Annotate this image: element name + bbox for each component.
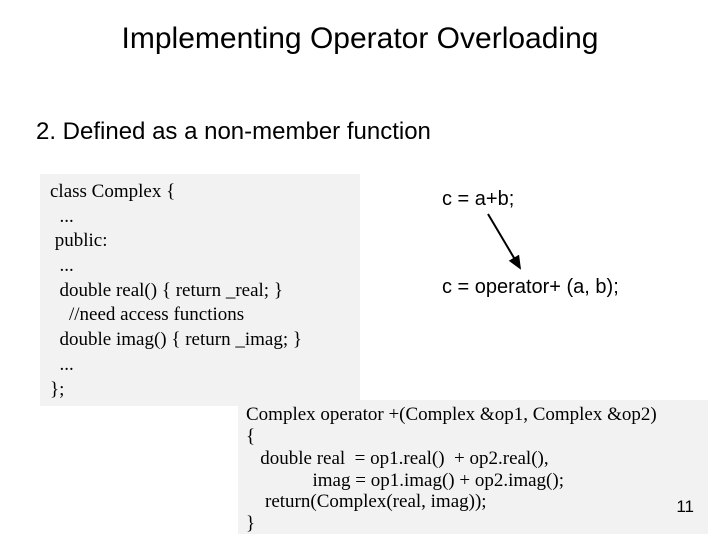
expression-sugar: c = a+b;	[442, 188, 514, 211]
slide-title: Implementing Operator Overloading	[0, 22, 720, 56]
code-block-left: class Complex { ... public: ... double r…	[40, 174, 360, 406]
code-block-bottom: Complex operator +(Complex &op1, Complex…	[238, 400, 708, 534]
slide-subheading: 2. Defined as a non-member function	[36, 118, 431, 146]
expression-desugared: c = operator+ (a, b);	[442, 276, 619, 299]
page-number: 11	[676, 497, 694, 517]
arrow-icon	[478, 208, 538, 278]
